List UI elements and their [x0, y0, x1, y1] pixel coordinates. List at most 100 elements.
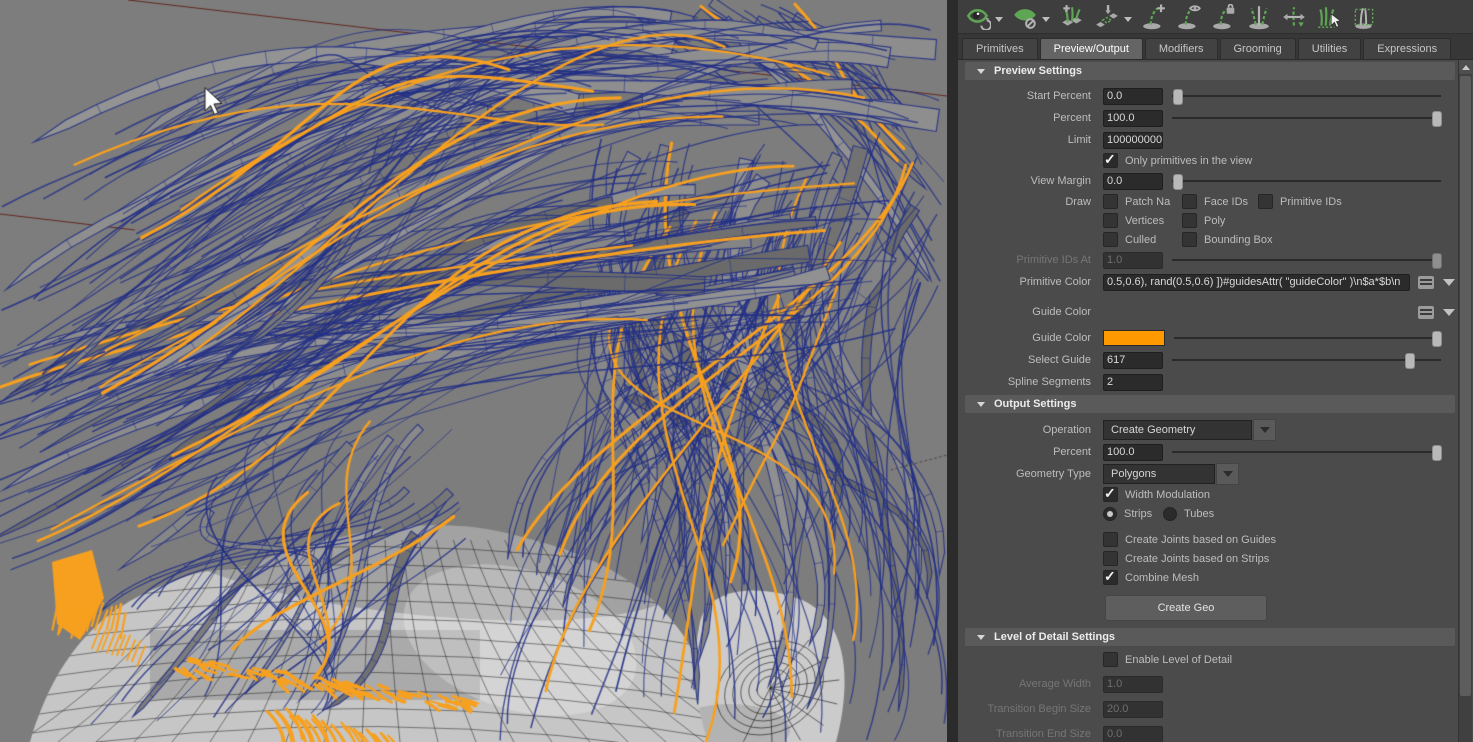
- width-modulation-checkbox[interactable]: [1103, 485, 1118, 502]
- average-width-field: 1.0: [1103, 675, 1163, 693]
- geometry-type-dropdown[interactable]: Polygons: [1103, 464, 1215, 484]
- limit-row: Limit 100000000: [965, 129, 1455, 151]
- primitive-color-expression-field[interactable]: 0.5,0.6), rand(0.5,0.6) ])#guidesAttr( "…: [1103, 273, 1410, 291]
- scroll-up-arrow-icon[interactable]: [1459, 60, 1472, 74]
- draw-poly-checkbox[interactable]: [1182, 213, 1197, 228]
- section-header-output-settings[interactable]: Output Settings: [965, 395, 1455, 413]
- create-joints-guides-checkbox[interactable]: [1103, 532, 1118, 547]
- strips-insert-icon[interactable]: [1094, 4, 1120, 30]
- start-percent-field[interactable]: 0.0: [1103, 87, 1163, 105]
- operation-dropdown[interactable]: Create Geometry: [1103, 420, 1252, 440]
- percent-field[interactable]: 100.0: [1103, 109, 1163, 127]
- view-margin-row: View Margin 0.0: [965, 170, 1455, 192]
- primitive-color-row: Primitive Color 0.5,0.6), rand(0.5,0.6) …: [965, 271, 1455, 293]
- enable-lod-row: Enable Level of Detail: [965, 650, 1455, 669]
- create-geo-button[interactable]: Create Geo: [1105, 595, 1267, 621]
- geometry-type-row: Geometry Type Polygons: [965, 463, 1455, 485]
- eye-rotate-icon[interactable]: [965, 4, 991, 30]
- panel-tabbar: Primitives Preview/Output Modifiers Groo…: [958, 34, 1473, 60]
- panel-divider: [947, 0, 958, 742]
- tab-utilities[interactable]: Utilities: [1297, 38, 1362, 59]
- guide-color-swatch[interactable]: [1103, 330, 1165, 346]
- dropdown-arrow-button[interactable]: [1216, 463, 1239, 485]
- collapse-triangle-icon[interactable]: [977, 634, 985, 640]
- collapse-triangle-icon[interactable]: [977, 68, 985, 74]
- tab-grooming[interactable]: Grooming: [1219, 38, 1296, 59]
- spline-segments-row: Spline Segments 2: [965, 371, 1455, 393]
- panel-content: Preview Settings Start Percent 0.0 Perce…: [958, 59, 1458, 742]
- eye-disabled-icon[interactable]: [1012, 4, 1038, 30]
- collapse-triangle-icon[interactable]: [977, 401, 985, 407]
- tab-primitives[interactable]: Primitives: [962, 38, 1038, 59]
- percent-row: Percent 100.0: [965, 107, 1455, 129]
- strand-marquee-icon[interactable]: [1351, 4, 1377, 30]
- settings-panel: Primitives Preview/Output Modifiers Groo…: [958, 0, 1473, 742]
- section-header-preview-settings[interactable]: Preview Settings: [965, 62, 1455, 80]
- draw-vertices-checkbox[interactable]: [1103, 213, 1118, 228]
- limit-field[interactable]: 100000000: [1103, 131, 1163, 149]
- create-joints-strips-row: Create Joints based on Strips: [965, 549, 1455, 568]
- expression-editor-icon[interactable]: [1418, 275, 1434, 289]
- tab-modifiers[interactable]: Modifiers: [1144, 38, 1218, 59]
- average-width-row: Average Width 1.0: [965, 673, 1455, 695]
- viewport-canvas[interactable]: [0, 0, 947, 742]
- expression-editor-icon[interactable]: [1418, 305, 1434, 319]
- scrollbar-thumb[interactable]: [1460, 76, 1471, 696]
- transition-begin-field: 20.0: [1103, 700, 1163, 718]
- view-margin-slider[interactable]: [1172, 173, 1441, 190]
- output-percent-field[interactable]: 100.0: [1103, 443, 1163, 461]
- width-modulation-row: Width Modulation: [965, 485, 1455, 504]
- chevron-down-icon[interactable]: [1042, 17, 1050, 22]
- strips-tubes-row: Strips Tubes: [965, 504, 1455, 523]
- application-window: Primitives Preview/Output Modifiers Groo…: [0, 0, 1473, 742]
- draw-culled-checkbox[interactable]: [1103, 232, 1118, 247]
- operation-row: Operation Create Geometry: [965, 419, 1455, 441]
- dropdown-arrow-button[interactable]: [1253, 419, 1276, 441]
- combine-mesh-row: Combine Mesh: [965, 568, 1455, 587]
- draw-primitive-ids-checkbox[interactable]: [1258, 194, 1273, 209]
- strips-radio[interactable]: [1103, 506, 1117, 521]
- spline-segments-field[interactable]: 2: [1103, 373, 1163, 391]
- chevron-down-icon[interactable]: [1443, 308, 1455, 316]
- chevron-down-icon[interactable]: [1443, 278, 1455, 286]
- tab-preview-output[interactable]: Preview/Output: [1039, 38, 1143, 59]
- view-margin-field[interactable]: 0.0: [1103, 172, 1163, 190]
- grass-select-icon[interactable]: [1316, 4, 1342, 30]
- strand-add-icon[interactable]: [1141, 4, 1167, 30]
- strand-visibility-icon[interactable]: [1176, 4, 1202, 30]
- chevron-down-icon[interactable]: [1124, 17, 1132, 22]
- enable-lod-checkbox[interactable]: [1103, 652, 1118, 667]
- output-percent-slider[interactable]: [1172, 444, 1442, 461]
- tab-expressions[interactable]: Expressions: [1363, 38, 1452, 59]
- transition-end-row: Transition End Size 0.0: [965, 723, 1455, 742]
- draw-row-1: Draw Patch Na Face IDs Primitive IDs: [1065, 194, 1342, 209]
- select-guide-slider[interactable]: [1172, 352, 1441, 369]
- tubes-radio[interactable]: [1163, 506, 1177, 521]
- create-joints-strips-checkbox[interactable]: [1103, 551, 1118, 566]
- only-primitives-checkbox[interactable]: [1103, 151, 1118, 168]
- start-percent-row: Start Percent 0.0: [965, 85, 1455, 107]
- create-joints-guides-row: Create Joints based on Guides: [965, 530, 1455, 549]
- combine-mesh-checkbox[interactable]: [1103, 568, 1118, 585]
- transition-end-field: 0.0: [1103, 725, 1163, 742]
- chevron-down-icon[interactable]: [995, 17, 1003, 22]
- percent-slider[interactable]: [1172, 110, 1442, 127]
- draw-row-2: Vertices Poly: [965, 211, 1455, 230]
- guide-color-expression-row: Guide Color: [965, 303, 1455, 321]
- guide-color-slider[interactable]: [1174, 330, 1442, 347]
- select-guide-field[interactable]: 617: [1103, 351, 1163, 369]
- strand-lock-icon[interactable]: [1211, 3, 1237, 30]
- strand-swap-icon[interactable]: [1281, 4, 1307, 30]
- transition-begin-row: Transition Begin Size 20.0: [965, 698, 1455, 720]
- draw-patch-names-checkbox[interactable]: [1103, 194, 1118, 209]
- section-header-lod-settings[interactable]: Level of Detail Settings: [965, 628, 1455, 646]
- strand-split-icon[interactable]: [1246, 4, 1272, 30]
- draw-bounding-box-checkbox[interactable]: [1182, 232, 1197, 247]
- panel-scrollbar[interactable]: [1458, 60, 1472, 742]
- grass-add-icon[interactable]: [1059, 4, 1085, 30]
- draw-face-ids-checkbox[interactable]: [1182, 194, 1197, 209]
- primitive-ids-at-row: Primitive IDs At 1.0: [965, 249, 1455, 271]
- start-percent-slider[interactable]: [1172, 88, 1441, 105]
- primitive-ids-at-slider: [1172, 252, 1442, 269]
- draw-row-3: Culled Bounding Box: [965, 230, 1455, 249]
